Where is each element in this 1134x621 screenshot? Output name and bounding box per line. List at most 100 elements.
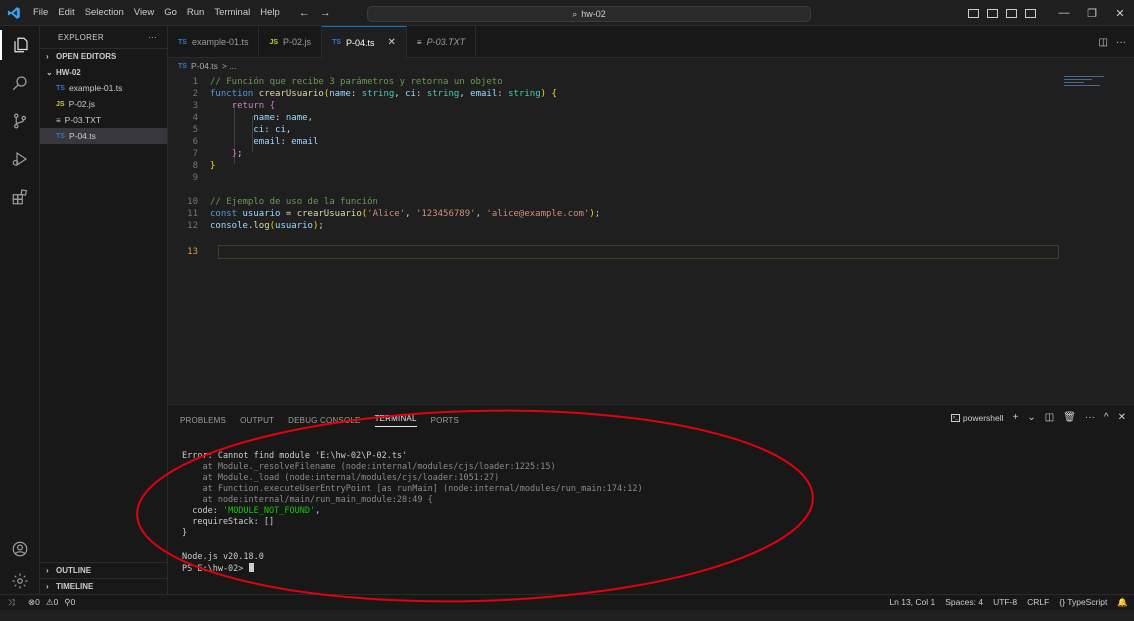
tab-p-03-txt[interactable]: ≡ P-03.TXT: [407, 26, 477, 58]
file-p-03-txt[interactable]: ≡ P-03.TXT: [40, 112, 167, 128]
menu-view[interactable]: View: [129, 0, 159, 26]
command-center-search[interactable]: ⌕ hw-02: [367, 6, 811, 22]
explorer-icon[interactable]: [0, 30, 40, 60]
restore-button[interactable]: ❐: [1078, 7, 1106, 20]
text-file-icon: ≡: [416, 37, 422, 47]
line-number: 2: [192, 89, 198, 99]
menu-selection[interactable]: Selection: [80, 0, 129, 26]
file-example-01-ts[interactable]: TS example-01.ts: [40, 80, 167, 96]
back-arrow-icon[interactable]: ←: [299, 7, 310, 19]
line-number: 11: [187, 209, 198, 219]
code-function-call: log: [253, 221, 270, 231]
tab-ports[interactable]: PORTS: [431, 416, 459, 425]
explorer-sidebar: EXPLORER ··· › OPEN EDITORS ⌄ HW-02 TS e…: [40, 26, 168, 594]
remote-indicator-icon[interactable]: ⤨: [0, 597, 22, 608]
terminal-output[interactable]: Error: Cannot find module 'E:\hw-02\P-02…: [168, 437, 1134, 595]
notifications-bell-icon[interactable]: 🔔: [1117, 597, 1128, 608]
warnings-count[interactable]: ⚠0: [46, 597, 58, 608]
ports-count: 0: [70, 597, 76, 607]
maximize-panel-icon[interactable]: ^: [1104, 412, 1109, 423]
terminal-line: at Module._load (node:internal/modules/c…: [182, 473, 500, 483]
more-actions-icon[interactable]: ···: [1085, 412, 1095, 423]
tab-debug-console[interactable]: DEBUG CONSOLE: [288, 416, 360, 425]
settings-gear-icon[interactable]: [0, 566, 40, 596]
terminal-shell-selector[interactable]: >_ powershell: [950, 413, 1004, 423]
terminal-line: at Module._resolveFilename (node:interna…: [182, 462, 556, 472]
status-left: ⊗0 ⚠0 ⚲0: [28, 597, 75, 608]
text-file-icon: ≡: [56, 115, 61, 125]
split-editor-icon[interactable]: ◫: [1099, 37, 1108, 48]
breadcrumb-file[interactable]: P-04.ts: [191, 61, 218, 71]
close-tab-icon[interactable]: ✕: [388, 37, 396, 48]
line-number: 1: [192, 77, 198, 87]
close-panel-icon[interactable]: ✕: [1118, 412, 1126, 423]
end-of-line[interactable]: CRLF: [1027, 597, 1049, 608]
language-mode[interactable]: {} TypeScript: [1059, 597, 1107, 608]
chevron-down-icon[interactable]: ⌄: [1027, 412, 1035, 423]
tab-example-01-ts[interactable]: TS example-01.ts: [168, 26, 260, 58]
explorer-more-button[interactable]: ···: [148, 33, 157, 42]
toggle-panel-icon[interactable]: [987, 8, 998, 18]
code-function-call: crearUsuario: [296, 209, 362, 219]
tab-p-04-ts[interactable]: TS P-04.ts ✕: [322, 26, 407, 58]
typescript-file-icon: TS: [178, 38, 187, 46]
menu-run[interactable]: Run: [182, 0, 209, 26]
file-p-04-ts[interactable]: TS P-04.ts: [40, 128, 167, 144]
new-terminal-icon[interactable]: +: [1013, 412, 1019, 423]
open-editors-section[interactable]: › OPEN EDITORS: [40, 48, 167, 64]
tab-output[interactable]: OUTPUT: [240, 416, 274, 425]
terminal-icon: >_: [950, 413, 960, 422]
file-label: P-03.TXT: [64, 115, 102, 125]
accounts-icon[interactable]: [0, 534, 40, 564]
extensions-icon[interactable]: [0, 182, 40, 212]
title-bar: File Edit Selection View Go Run Terminal…: [0, 0, 1134, 26]
search-icon: ⌕: [572, 8, 578, 19]
trash-icon[interactable]: 🗑: [1063, 412, 1076, 423]
code-type: string: [508, 89, 541, 99]
menu-terminal[interactable]: Terminal: [209, 0, 255, 26]
breadcrumb-rest[interactable]: > ...: [222, 61, 236, 71]
tab-terminal[interactable]: TERMINAL: [374, 414, 417, 427]
outline-section[interactable]: › OUTLINE: [40, 562, 168, 578]
ports-forwarded[interactable]: ⚲0: [64, 597, 75, 608]
typescript-file-icon: TS: [332, 39, 342, 46]
menu-go[interactable]: Go: [159, 0, 182, 26]
forward-arrow-icon[interactable]: →: [320, 7, 331, 19]
customize-layout-icon[interactable]: [1025, 8, 1036, 18]
toggle-primary-sidebar-icon[interactable]: [968, 8, 979, 18]
toggle-secondary-sidebar-icon[interactable]: [1006, 8, 1017, 18]
timeline-section[interactable]: › TIMELINE: [40, 578, 168, 594]
tab-problems[interactable]: PROBLEMS: [180, 416, 226, 425]
source-control-icon[interactable]: [0, 106, 40, 136]
minimap[interactable]: [1064, 76, 1104, 90]
menu-help[interactable]: Help: [255, 0, 285, 26]
code-editor[interactable]: 1 // Función que recibe 3 parámetros y r…: [168, 74, 1134, 404]
split-terminal-icon[interactable]: ◫: [1045, 412, 1054, 423]
code-value: ci: [275, 125, 286, 135]
code-property: name: [253, 113, 276, 123]
menu-file[interactable]: File: [28, 0, 53, 26]
file-label: P-02.js: [68, 99, 96, 109]
menu-edit[interactable]: Edit: [53, 0, 79, 26]
run-debug-icon[interactable]: [0, 144, 40, 174]
indentation[interactable]: Spaces: 4: [945, 597, 983, 608]
code-line: 10 // Ejemplo de uso de la función: [168, 196, 378, 208]
typescript-file-icon: TS: [178, 62, 187, 70]
cursor-position[interactable]: Ln 13, Col 1: [889, 597, 935, 608]
file-p-02-js[interactable]: JS P-02.js: [40, 96, 167, 112]
os-taskbar: [0, 610, 1134, 621]
terminal-prompt-line: PS E:\hw-02>: [182, 563, 254, 574]
file-encoding[interactable]: UTF-8: [993, 597, 1017, 608]
code-value: name: [285, 113, 308, 123]
open-editors-label: OPEN EDITORS: [56, 52, 117, 61]
folder-hw-02[interactable]: ⌄ HW-02: [40, 64, 167, 80]
code-keyword: const: [210, 209, 238, 219]
line-number: 7: [192, 149, 198, 159]
search-view-icon[interactable]: [0, 68, 40, 98]
tab-p-02-js[interactable]: JS P-02.js: [259, 26, 323, 58]
minimize-button[interactable]: —: [1050, 7, 1078, 19]
more-actions-icon[interactable]: ···: [1116, 37, 1126, 48]
close-window-button[interactable]: ✕: [1106, 7, 1134, 20]
sidebar-bottom-sections: › OUTLINE › TIMELINE: [40, 562, 168, 594]
errors-count[interactable]: ⊗0: [28, 597, 40, 608]
